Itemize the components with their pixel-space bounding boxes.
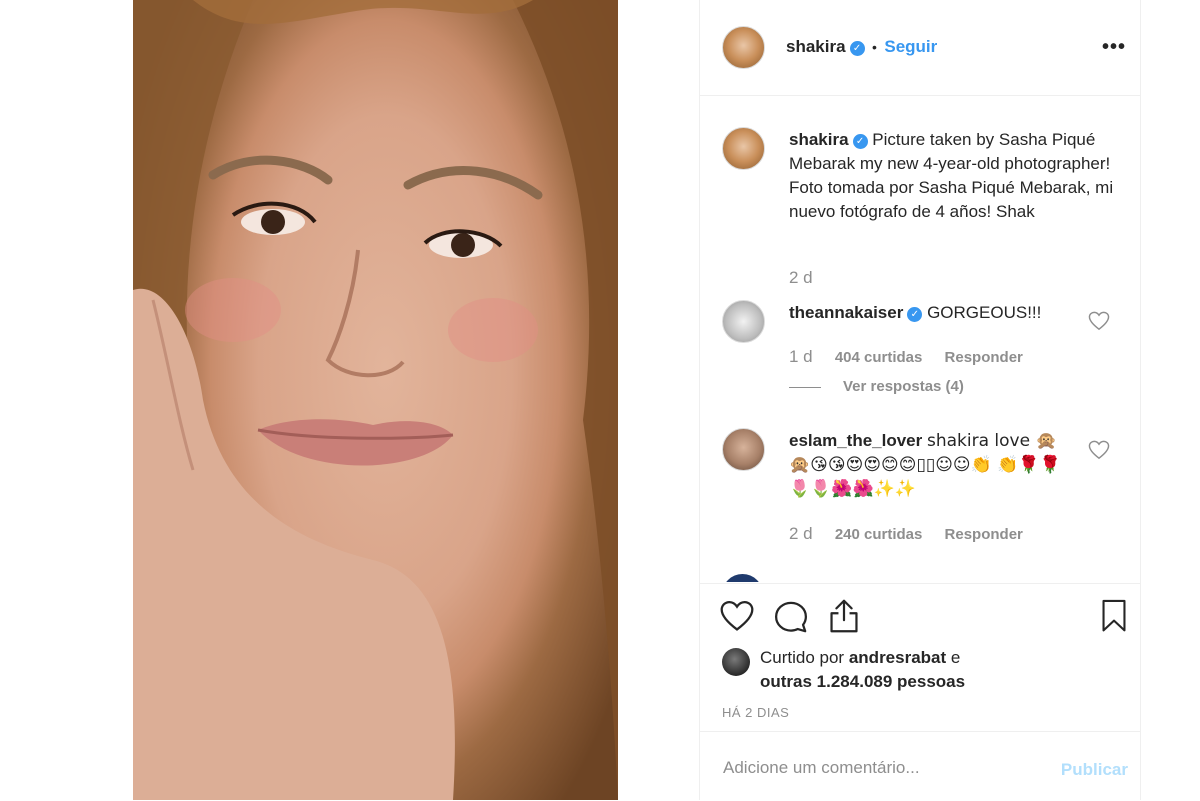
like-comment-heart-icon[interactable] (1088, 440, 1110, 460)
caption-time[interactable]: 2 d (789, 268, 813, 287)
comment-username[interactable]: eslam_the_lover (789, 431, 922, 450)
publish-button[interactable]: Publicar (1061, 760, 1128, 780)
comments-list[interactable]: shakira ✓ Picture taken by Sasha Piqué Me… (700, 96, 1140, 582)
comment-meta: 2 d 240 curtidas Responder (789, 524, 1041, 544)
comment-avatar[interactable] (722, 574, 763, 582)
post-photo-illustration (133, 0, 618, 800)
view-replies-button[interactable]: Ver respostas (4) (789, 378, 964, 395)
post-photo[interactable] (133, 0, 618, 800)
follow-button[interactable]: Seguir (884, 37, 937, 56)
save-bookmark-icon[interactable] (1100, 599, 1128, 633)
comment-avatar[interactable] (722, 428, 765, 471)
verified-badge-icon: ✓ (849, 41, 865, 56)
comment-item: eslam_the_lover shakira love 🙊 🙊😘😘😍😍😊😊▯▯… (789, 429, 1074, 501)
liker-avatar[interactable] (722, 648, 750, 676)
verified-badge-icon: ✓ (852, 134, 868, 149)
like-heart-icon[interactable] (720, 600, 754, 632)
comment-likes-count[interactable]: 404 curtidas (835, 349, 923, 366)
post-details-panel: shakira ✓ • Seguir ••• shakira ✓ Picture t… (699, 0, 1141, 800)
caption-username[interactable]: shakira (789, 130, 849, 149)
comment-meta: 1 d 404 curtidas Responder (789, 347, 1041, 367)
author-avatar[interactable] (722, 26, 765, 69)
liker-username[interactable]: andresrabat (849, 648, 946, 667)
comment-item: theannakaiser ✓ GORGEOUS!!! (789, 301, 1079, 325)
caption-meta: 2 d (789, 268, 831, 288)
post-date[interactable]: HÁ 2 DIAS (722, 705, 789, 720)
comment-bubble-icon[interactable] (774, 600, 808, 634)
likes-prefix: Curtido por (760, 648, 845, 667)
post-actions: Curtido por andresrabat e outras 1.284.0… (700, 583, 1140, 732)
comment-avatar[interactable] (722, 300, 765, 343)
more-options-icon[interactable]: ••• (1102, 36, 1126, 59)
author-info: shakira ✓ • Seguir (786, 37, 937, 57)
likes-others-link[interactable]: outras 1.284.089 pessoas (760, 672, 965, 691)
reply-button[interactable]: Responder (945, 349, 1023, 366)
comment-likes-count[interactable]: 240 curtidas (835, 526, 923, 543)
share-upload-icon[interactable] (828, 598, 860, 634)
comment-text: GORGEOUS!!! (927, 303, 1042, 322)
caption-avatar[interactable] (722, 127, 765, 170)
likes-summary: Curtido por andresrabat e outras 1.284.0… (760, 646, 965, 694)
likes-and: e (950, 648, 961, 667)
caption: shakira ✓ Picture taken by Sasha Piqué Me… (789, 128, 1119, 224)
verified-badge-icon: ✓ (907, 307, 923, 322)
comment-time[interactable]: 1 d (789, 347, 813, 366)
add-comment-bar: Publicar (700, 731, 1140, 801)
comment-time[interactable]: 2 d (789, 524, 813, 543)
reply-button[interactable]: Responder (945, 526, 1023, 543)
like-comment-heart-icon[interactable] (1088, 311, 1110, 331)
comment-input[interactable] (721, 754, 1045, 782)
comment-username[interactable]: theannakaiser (789, 303, 903, 322)
post-header: shakira ✓ • Seguir ••• (700, 0, 1140, 96)
author-username[interactable]: shakira (786, 37, 846, 56)
separator-dot: • (872, 39, 877, 55)
